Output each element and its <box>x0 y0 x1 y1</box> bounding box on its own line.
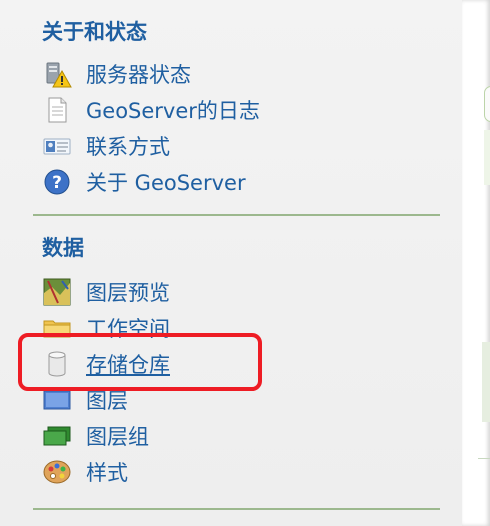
menu-item-layer-groups[interactable]: 图层组 <box>42 420 149 452</box>
menu-item-contact[interactable]: 联系方式 <box>42 130 170 162</box>
section-divider <box>33 214 440 216</box>
server-status-icon <box>42 59 72 89</box>
main-content-box-edge <box>484 86 490 122</box>
logs-label: GeoServer的日志 <box>86 99 260 123</box>
svg-text:?: ? <box>52 173 62 193</box>
main-content-edge <box>462 0 490 526</box>
palette-icon <box>42 457 72 487</box>
server-status-label: 服务器状态 <box>86 63 191 87</box>
section-divider-2 <box>33 508 440 510</box>
layer-groups-label: 图层组 <box>86 425 149 449</box>
about-label: 关于 GeoServer <box>86 171 246 195</box>
menu-item-styles[interactable]: 样式 <box>42 456 128 488</box>
layer-preview-label: 图层预览 <box>86 281 170 305</box>
annotation-highlight-box <box>18 333 262 391</box>
main-content-tab-edge <box>482 342 490 422</box>
sidebar: 关于和状态 服务器状态 GeoServer的日志 联系方式 ? 关于 GeoSe… <box>0 0 462 526</box>
help-icon: ? <box>42 167 72 197</box>
contact-card-icon <box>42 131 72 161</box>
menu-item-about[interactable]: ? 关于 GeoServer <box>42 166 246 198</box>
layer-group-icon <box>42 421 72 451</box>
about-section-title: 关于和状态 <box>42 20 147 44</box>
log-file-icon <box>42 95 72 125</box>
menu-item-layer-preview[interactable]: 图层预览 <box>42 276 170 308</box>
styles-label: 样式 <box>86 461 128 485</box>
menu-item-server-status[interactable]: 服务器状态 <box>42 58 191 90</box>
data-section-title: 数据 <box>42 236 84 260</box>
main-content-panel-edge <box>484 130 490 185</box>
main-content-divider <box>478 458 490 459</box>
contact-label: 联系方式 <box>86 135 170 159</box>
menu-item-logs[interactable]: GeoServer的日志 <box>42 94 260 126</box>
layer-preview-icon <box>42 277 72 307</box>
